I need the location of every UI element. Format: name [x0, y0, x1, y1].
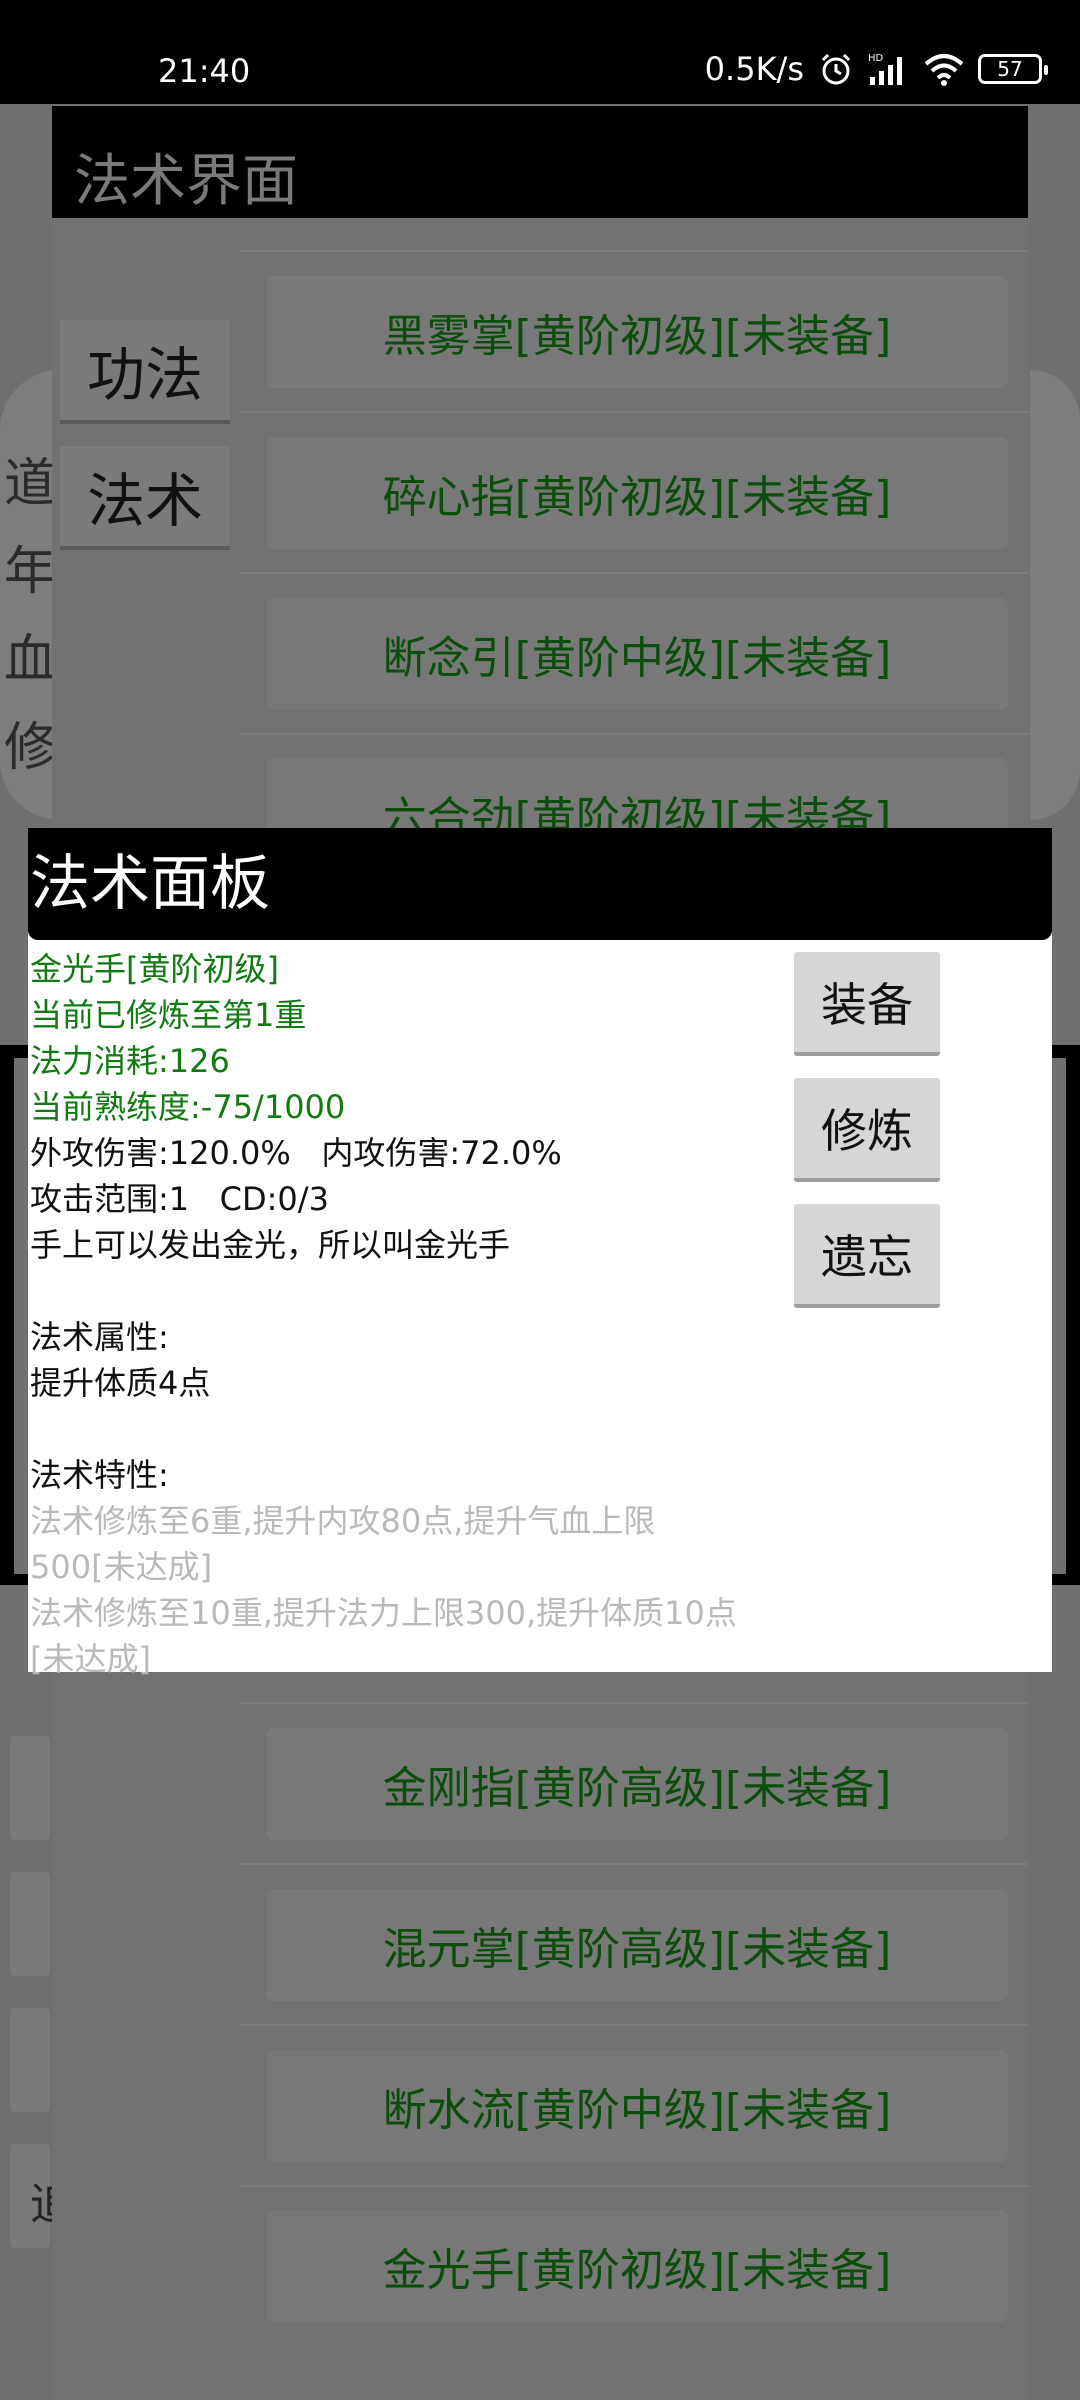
- equip-button[interactable]: 装备: [794, 952, 940, 1056]
- hd-signal-icon: HD: [868, 53, 902, 85]
- spell-trait-line: 法术修炼至6重,提升内攻80点,提升气血上限: [30, 1502, 656, 1540]
- list-divider: [240, 2024, 1028, 2026]
- wifi-icon: [924, 54, 964, 86]
- spell-list-item-label: 金光手[黄阶初级][未装备]: [382, 2245, 892, 2296]
- list-divider: [240, 411, 1028, 413]
- spell-proficiency: 当前熟练度:-75/1000: [30, 1088, 346, 1126]
- spell-list-item-label: 混元掌[黄阶高级][未装备]: [382, 1924, 892, 1975]
- background-label: 修: [4, 718, 57, 778]
- list-divider: [240, 250, 1028, 252]
- tab-spells[interactable]: 法术: [60, 446, 230, 550]
- spell-damage: 外攻伤害:120.0% 内攻伤害:72.0%: [30, 1134, 562, 1172]
- background-left-button: [10, 1872, 50, 1976]
- alarm-icon: [821, 53, 851, 85]
- spell-trait-line: 法术修炼至10重,提升法力上限300,提升体质10点: [30, 1594, 737, 1632]
- spell-description: 手上可以发出金光，所以叫金光手: [30, 1226, 511, 1264]
- cultivate-button-label: 修炼: [821, 1104, 913, 1158]
- spell-attributes-header: 法术属性:: [30, 1318, 169, 1356]
- background-left-button: [10, 1736, 50, 1840]
- battery-level: 57: [997, 57, 1023, 81]
- spell-list-item[interactable]: 混元掌[黄阶高级][未装备]: [266, 1889, 1008, 2001]
- spell-screen-titlebar: 法术界面: [52, 106, 1028, 218]
- spell-attributes: 提升体质4点: [30, 1364, 211, 1402]
- spell-traits-header: 法术特性:: [30, 1456, 169, 1494]
- background-right-panel: [1030, 370, 1080, 820]
- status-bar: 21:40 0.5K/s HD 57: [0, 0, 1080, 104]
- spell-list-item[interactable]: 金光手[黄阶初级][未装备]: [266, 2210, 1008, 2322]
- spell-list-item[interactable]: 碎心指[黄阶初级][未装备]: [266, 437, 1008, 549]
- cultivate-button[interactable]: 修炼: [794, 1078, 940, 1182]
- spell-list-item-label: 黑雾掌[黄阶初级][未装备]: [382, 311, 892, 362]
- spell-list-item[interactable]: 断念引[黄阶中级][未装备]: [266, 598, 1008, 710]
- background-label: 道: [4, 454, 57, 514]
- spell-name: 金光手[黄阶初级]: [30, 950, 279, 988]
- equip-button-label: 装备: [821, 978, 913, 1032]
- spell-list-item-label: 断水流[黄阶中级][未装备]: [382, 2085, 892, 2136]
- battery-icon: 57: [978, 54, 1048, 84]
- spell-list-item[interactable]: 断水流[黄阶中级][未装备]: [266, 2050, 1008, 2162]
- spell-list-item-label: 金刚指[黄阶高级][未装备]: [382, 1763, 892, 1814]
- background-left-button: 追: [10, 2144, 74, 2248]
- tab-gongfa[interactable]: 功法: [60, 320, 230, 424]
- forget-button[interactable]: 遗忘: [794, 1204, 940, 1308]
- background-label: 年: [4, 542, 57, 602]
- background-left-button: [10, 2008, 50, 2112]
- spell-panel-titlebar: 法术面板: [28, 828, 1052, 940]
- tab-gongfa-label: 功法: [86, 341, 203, 409]
- spell-list-item[interactable]: 金刚指[黄阶高级][未装备]: [266, 1728, 1008, 1840]
- list-divider: [240, 572, 1028, 574]
- spell-list-item-label: 断念引[黄阶中级][未装备]: [382, 633, 892, 684]
- list-divider: [240, 1702, 1028, 1704]
- tab-spells-label: 法术: [86, 467, 203, 535]
- spell-level: 当前已修炼至第1重: [30, 996, 307, 1034]
- list-divider: [240, 1863, 1028, 1865]
- status-time: 21:40: [158, 52, 251, 90]
- spell-panel-modal: 法术面板 金光手[黄阶初级] 当前已修炼至第1重 法力消耗:126 当前熟练度:…: [28, 828, 1052, 1678]
- spell-range-cd: 攻击范围:1 CD:0/3: [30, 1180, 329, 1218]
- spell-panel-details: 金光手[黄阶初级] 当前已修炼至第1重 法力消耗:126 当前熟练度:-75/1…: [30, 946, 770, 1682]
- list-divider: [240, 2185, 1028, 2187]
- spell-trait-line: 500[未达成]: [30, 1548, 213, 1586]
- spell-mana-cost: 法力消耗:126: [30, 1042, 230, 1080]
- spell-trait-line: [未达成]: [30, 1640, 151, 1678]
- spell-panel-title: 法术面板: [30, 849, 270, 919]
- list-divider: [240, 733, 1028, 735]
- svg-text:HD: HD: [868, 53, 884, 64]
- status-icons: 0.5K/s HD 57: [704, 50, 1048, 88]
- background-label: 血: [4, 630, 57, 690]
- forget-button-label: 遗忘: [821, 1230, 913, 1284]
- net-speed: 0.5K/s: [704, 50, 804, 88]
- spell-list-item[interactable]: 黑雾掌[黄阶初级][未装备]: [266, 276, 1008, 388]
- spell-list-item-label: 碎心指[黄阶初级][未装备]: [382, 472, 892, 523]
- spell-screen-title: 法术界面: [74, 149, 298, 214]
